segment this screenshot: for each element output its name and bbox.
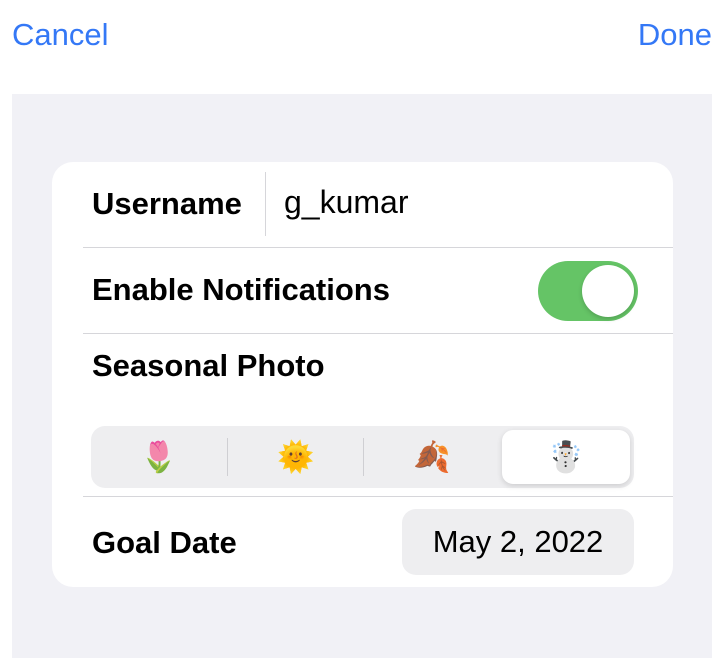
seasonal-photo-row: Seasonal Photo 🌷 🌞 🍂 ☃️ <box>52 334 673 496</box>
sun-icon: 🌞 <box>277 440 315 474</box>
seasonal-photo-label: Seasonal Photo <box>92 348 325 383</box>
segment-autumn[interactable]: 🍂 <box>368 430 496 484</box>
username-input[interactable]: g_kumar <box>284 184 409 221</box>
snowman-icon: ☃️ <box>547 440 585 474</box>
seasonal-photo-picker: 🌷 🌞 🍂 ☃️ <box>91 426 634 488</box>
cancel-button[interactable]: Cancel <box>12 14 109 56</box>
tulip-icon: 🌷 <box>140 440 178 474</box>
segment-winter-selected[interactable]: ☃️ <box>502 430 630 484</box>
username-label: Username <box>92 186 242 221</box>
settings-screen: Cancel Done Username g_kumar Enable Noti… <box>0 0 726 658</box>
goal-date-label: Goal Date <box>92 525 237 560</box>
segment-divider <box>227 438 228 476</box>
username-row: Username g_kumar <box>52 162 673 247</box>
fallen-leaf-icon: 🍂 <box>413 440 451 474</box>
toggle-knob <box>582 265 634 317</box>
goal-date-picker[interactable]: May 2, 2022 <box>402 509 634 575</box>
notifications-label: Enable Notifications <box>92 272 390 307</box>
notifications-row: Enable Notifications <box>52 248 673 333</box>
goal-date-row: Goal Date May 2, 2022 <box>52 497 673 587</box>
done-button[interactable]: Done <box>638 14 712 56</box>
segment-summer[interactable]: 🌞 <box>232 430 360 484</box>
segment-divider <box>363 438 364 476</box>
settings-card: Username g_kumar Enable Notifications Se… <box>52 162 673 587</box>
username-divider <box>265 172 266 236</box>
notifications-toggle[interactable] <box>538 261 638 321</box>
segment-spring[interactable]: 🌷 <box>95 430 223 484</box>
